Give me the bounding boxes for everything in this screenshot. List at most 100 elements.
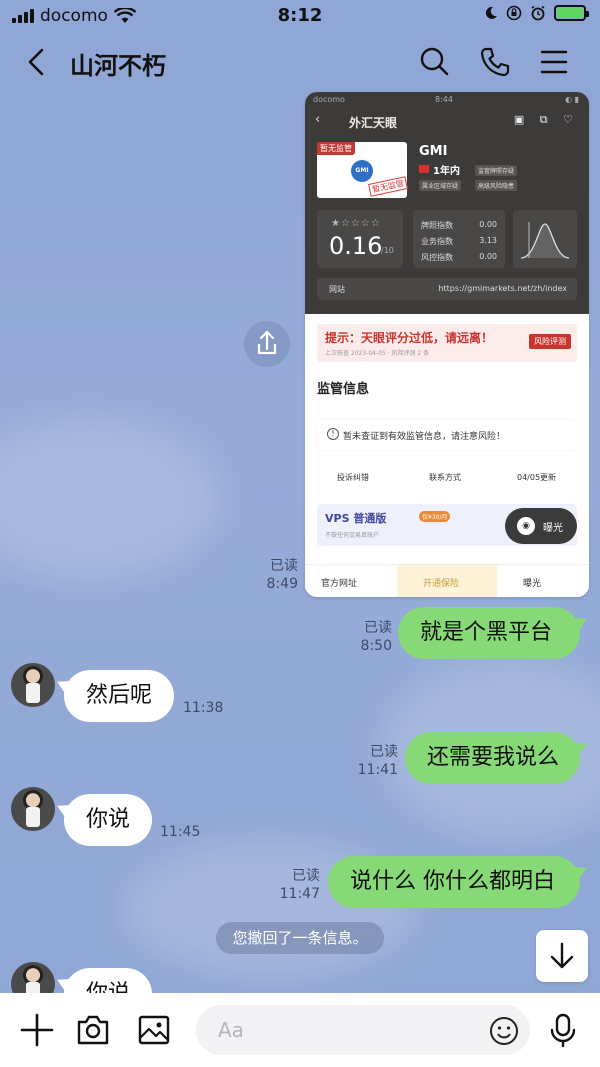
website-label: 网站 (329, 285, 345, 294)
emoji-icon[interactable] (488, 1015, 520, 1047)
camera-icon: ◉ (517, 517, 535, 535)
rotation-lock-icon (506, 5, 522, 21)
search-icon[interactable] (416, 44, 452, 80)
index-label: 牌照指数 (421, 221, 453, 230)
expose-button: ◉ 曝光 (505, 508, 577, 544)
broker-age: 1年内 (433, 166, 460, 177)
apply-area: 开通保险 (397, 565, 497, 597)
score-box: ★☆☆☆☆ 0.16 /10 (317, 210, 403, 268)
shared-image-header: docomo 8:44 ◐ ▮ ‹ 外汇天眼 ▣ ⧉ ♡ 暂无监管 GMI 暂无… (305, 92, 589, 314)
shared-status-carrier: docomo (313, 95, 345, 104)
input-bar (0, 993, 600, 1067)
shared-bottom-bar: 官方网址 开通保险 曝光 (305, 564, 589, 597)
curve-icon (520, 222, 570, 259)
camera-icon[interactable] (74, 1011, 112, 1049)
website-url: https://gmimarkets.net/zh/index (438, 284, 567, 293)
broker-name: GMI (419, 144, 448, 159)
outgoing-message[interactable]: 还需要我说么 (405, 732, 580, 784)
score-value: 0.16 (329, 232, 383, 260)
shared-status-icons: ◐ ▮ (565, 95, 579, 104)
vps-title: VPS 普通版 (325, 512, 387, 525)
message-meta: 已读 11:41 (340, 743, 398, 779)
outgoing-message[interactable]: 就是个黑平台 (398, 607, 580, 659)
expose-label: 曝光 (543, 523, 563, 534)
message-input[interactable] (196, 1005, 530, 1055)
index-label: 风控指数 (421, 253, 453, 262)
bottom-apply: 开通保险 (423, 579, 460, 589)
message-meta: 已读 8:49 (240, 557, 298, 593)
bottom-official: 官方网址 (321, 579, 358, 589)
warning-sub: 上次核查 2023-04-05 · 风险评测 2 条 (325, 350, 430, 357)
star-rating-icon: ★☆☆☆☆ (331, 218, 381, 229)
moon-icon (485, 6, 497, 19)
message-time: 11:47 (279, 886, 320, 902)
alarm-icon (531, 5, 545, 21)
index-value: 0.00 (479, 220, 497, 229)
index-row: 业务指数 3.13 (421, 236, 501, 247)
system-message: 您撤回了一条信息。 (216, 922, 384, 954)
read-receipt: 已读 (370, 744, 398, 760)
score-unit: /10 (381, 246, 394, 255)
outgoing-message[interactable]: 说什么 你什么都明白 (328, 856, 580, 908)
incoming-message[interactable]: 然后呢 (64, 670, 174, 722)
chip: 监管牌照存疑 (475, 165, 518, 176)
phone-icon[interactable] (477, 44, 513, 80)
broker-logo: 暂无监管 GMI 暂无监管 (317, 142, 408, 198)
vps-tag: 仅¥30/月 (419, 511, 451, 522)
chip: 属业区域存疑 (419, 180, 462, 191)
read-receipt: 已读 (292, 868, 320, 884)
chat-title: 山河不朽 (70, 52, 166, 80)
incoming-message[interactable]: 你说 (64, 794, 152, 846)
read-receipt: 已读 (270, 558, 298, 574)
chat-header: 山河不朽 (0, 36, 600, 88)
action-item: 04/05更新 (517, 473, 557, 482)
shared-back-icon: ‹ (315, 112, 321, 127)
message-time: 8:50 (360, 638, 392, 654)
shared-image[interactable]: docomo 8:44 ◐ ▮ ‹ 外汇天眼 ▣ ⧉ ♡ 暂无监管 GMI 暂无… (305, 92, 589, 597)
index-value: 0.00 (479, 252, 497, 261)
message-meta: 已读 11:47 (262, 867, 320, 903)
regulation-tag: 暂无监管 (317, 142, 355, 155)
warning-box: 提示：天眼评分过低，请远离！ 上次核查 2023-04-05 · 风险评测 2 … (317, 324, 577, 362)
shared-nav: ‹ 外汇天眼 ▣ ⧉ ♡ (305, 110, 589, 132)
avatar[interactable] (11, 787, 55, 831)
vps-sub: 不做任何交易真账户 (325, 532, 380, 539)
index-value: 3.13 (479, 236, 497, 245)
status-bar: docomo 8:12 (0, 0, 600, 32)
website-row: 网站 https://gmimarkets.net/zh/index (317, 278, 577, 300)
plus-icon[interactable] (18, 1011, 56, 1049)
message-time: 11:45 (160, 824, 201, 840)
flag-icon (419, 165, 429, 173)
action-item: 投诉纠错 (337, 473, 369, 482)
status-right (484, 5, 589, 21)
share-button[interactable] (244, 321, 290, 367)
index-box: 牌照指数 0.00 业务指数 3.13 风控指数 0.00 (413, 210, 505, 268)
warning-title: 提示：天眼评分过低，请远离！ (325, 331, 494, 345)
notice: ! 暂未查证到有效监管信息，请注意风险！ (317, 420, 577, 450)
scroll-to-bottom-button[interactable] (536, 930, 588, 982)
info-icon: ! (327, 428, 339, 440)
index-label: 业务指数 (421, 237, 453, 246)
shared-status-time: 8:44 (435, 95, 453, 104)
distribution-curve (513, 210, 577, 268)
avatar[interactable] (11, 663, 55, 707)
shared-nav-title: 外汇天眼 (349, 116, 398, 130)
microphone-icon[interactable] (544, 1011, 582, 1049)
index-row: 风控指数 0.00 (421, 252, 501, 263)
share-icon (257, 330, 277, 355)
action-row: 投诉纠错 联系方式 04/05更新 (317, 468, 577, 488)
bottom-expose: 曝光 (523, 579, 542, 589)
notice-text: 暂未查证到有效监管信息，请注意风险！ (343, 432, 506, 442)
menu-icon[interactable] (536, 44, 572, 80)
broker-logo-mark: GMI (351, 160, 373, 182)
shared-nav-icons: ▣ ⧉ ♡ (513, 113, 579, 126)
message-time: 11:41 (357, 762, 398, 778)
back-icon[interactable] (22, 44, 52, 80)
message-time: 8:49 (266, 576, 298, 592)
index-row: 牌照指数 0.00 (421, 220, 501, 231)
message-meta: 已读 8:50 (330, 619, 392, 655)
section-title: 监管信息 (317, 382, 370, 397)
read-receipt: 已读 (364, 620, 392, 636)
image-icon[interactable] (135, 1011, 173, 1049)
message-time: 11:38 (183, 700, 224, 716)
